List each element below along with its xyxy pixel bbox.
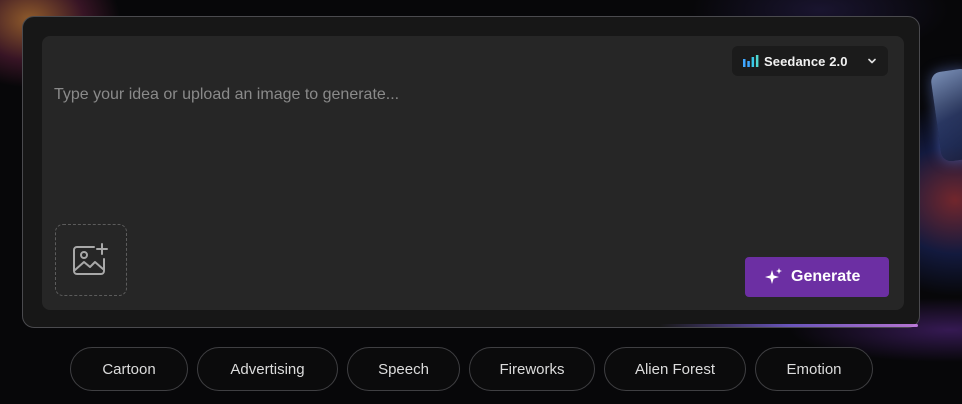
prompt-input[interactable] (54, 86, 714, 206)
card-glow-accent (660, 324, 918, 327)
suggestion-chip-fireworks[interactable]: Fireworks (469, 347, 595, 391)
prompt-panel: Seedance 2.0 Generate (42, 36, 904, 310)
suggestion-chip-alien-forest[interactable]: Alien Forest (604, 347, 746, 391)
generate-button[interactable]: Generate (745, 257, 889, 297)
model-selector[interactable]: Seedance 2.0 (732, 46, 888, 76)
suggestion-chip-cartoon[interactable]: Cartoon (70, 347, 188, 391)
suggestion-chip-advertising[interactable]: Advertising (197, 347, 338, 391)
bar-chart-icon (743, 55, 759, 67)
image-plus-icon (73, 243, 108, 275)
sparkle-icon (765, 268, 782, 284)
suggestion-chip-speech[interactable]: Speech (347, 347, 460, 391)
upload-image-button[interactable] (55, 224, 127, 296)
chevron-down-icon (868, 58, 876, 64)
generate-button-label: Generate (791, 268, 861, 285)
model-selector-label: Seedance 2.0 (764, 54, 848, 69)
composer-card: Seedance 2.0 Generate (22, 16, 920, 328)
suggestion-chip-emotion[interactable]: Emotion (755, 347, 873, 391)
